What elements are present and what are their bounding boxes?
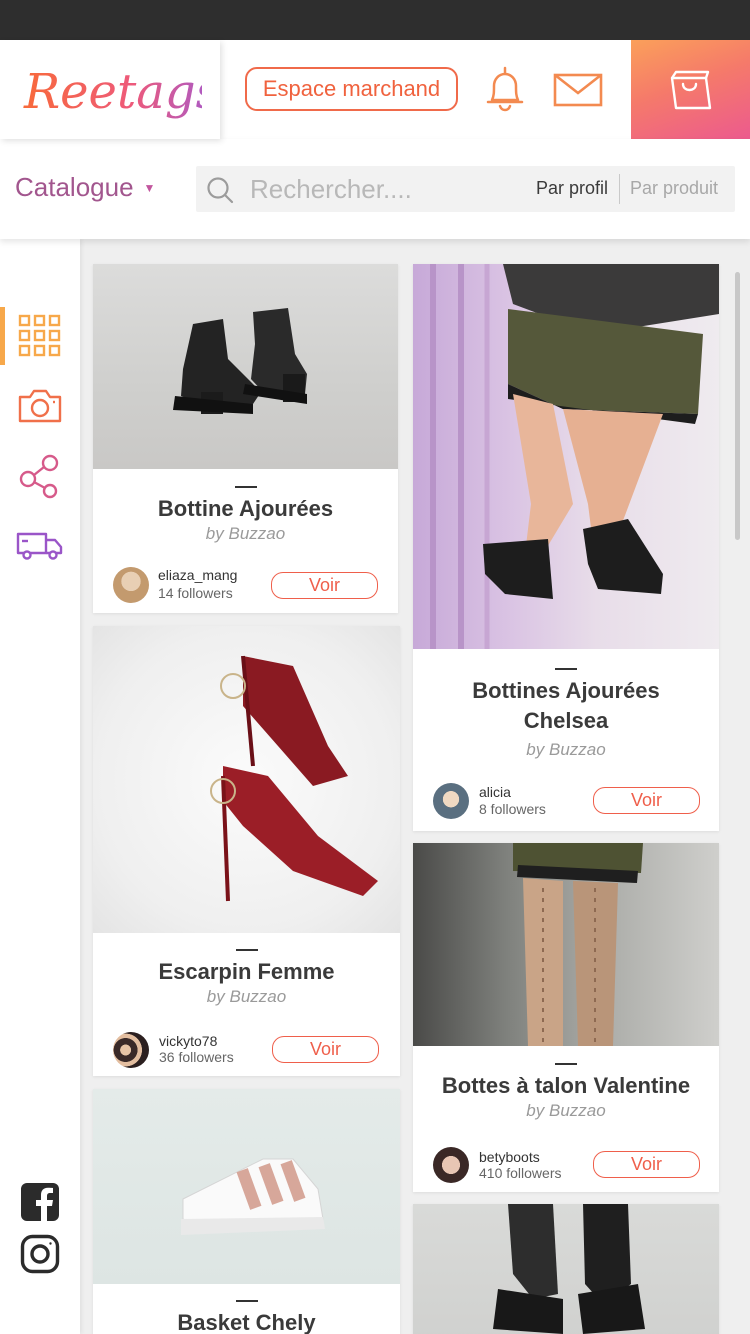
product-image[interactable] bbox=[413, 264, 719, 649]
sidebar-item-camera[interactable] bbox=[0, 377, 80, 435]
title-dash bbox=[555, 668, 577, 670]
sidebar bbox=[0, 239, 80, 1334]
scrollbar[interactable] bbox=[735, 272, 740, 540]
product-card[interactable]: Escarpin Femme by Buzzao vickyto78 36 fo… bbox=[93, 626, 400, 1076]
product-brand: by Buzzao bbox=[526, 1101, 606, 1120]
voir-button[interactable]: Voir bbox=[272, 1036, 379, 1063]
follower-count: 8 followers bbox=[479, 801, 546, 817]
filter-by-profile[interactable]: Par profil bbox=[536, 178, 608, 199]
avatar[interactable] bbox=[433, 1147, 469, 1183]
sidebar-item-delivery[interactable] bbox=[0, 517, 80, 575]
product-card[interactable] bbox=[413, 1204, 719, 1334]
follower-count: 14 followers bbox=[158, 585, 233, 601]
product-brand: by Buzzao bbox=[205, 524, 286, 543]
product-card[interactable]: Bottine Ajourées by Buzzao eliaza_mang 1… bbox=[93, 264, 398, 613]
search-bar-row: Catalogue ▼ Par profil Par produit bbox=[0, 139, 750, 239]
title-dash bbox=[235, 949, 258, 951]
user-name[interactable]: eliaza_mang bbox=[158, 567, 237, 583]
product-image[interactable] bbox=[93, 264, 398, 469]
caret-down-icon: ▼ bbox=[143, 180, 156, 195]
user-name[interactable]: betyboots bbox=[479, 1149, 540, 1165]
product-title: Escarpin Femme bbox=[158, 959, 335, 984]
product-image[interactable] bbox=[93, 1089, 400, 1284]
cart-button[interactable] bbox=[631, 40, 750, 139]
facebook-icon[interactable] bbox=[20, 1182, 60, 1227]
title-dash bbox=[235, 1300, 258, 1302]
product-card[interactable]: Bottes à talon Valentine by Buzzao betyb… bbox=[413, 843, 719, 1192]
bell-icon[interactable] bbox=[482, 66, 528, 119]
mail-icon[interactable] bbox=[553, 73, 603, 112]
truck-icon bbox=[16, 532, 63, 560]
instagram-icon[interactable] bbox=[20, 1234, 60, 1279]
product-feed: Bottine Ajourées by Buzzao eliaza_mang 1… bbox=[80, 239, 750, 1334]
product-brand: by Buzzao bbox=[526, 740, 606, 759]
search-icon bbox=[207, 177, 234, 204]
svg-text:Reetags: Reetags bbox=[23, 64, 202, 120]
camera-icon bbox=[18, 389, 62, 423]
follower-count: 36 followers bbox=[159, 1049, 234, 1065]
title-dash bbox=[555, 1063, 577, 1065]
product-title: Bottes à talon Valentine bbox=[441, 1073, 691, 1098]
product-image[interactable] bbox=[93, 626, 400, 933]
product-image[interactable] bbox=[413, 843, 719, 1046]
search-box: Par profil Par produit bbox=[196, 166, 735, 212]
product-title: Bottines Ajourées Chelsea bbox=[472, 678, 660, 733]
product-title: Basket Chely bbox=[177, 1310, 316, 1334]
search-input[interactable] bbox=[250, 170, 520, 208]
product-title: Bottine Ajourées bbox=[157, 496, 334, 521]
avatar[interactable] bbox=[113, 567, 149, 603]
avatar[interactable] bbox=[433, 783, 469, 819]
filter-by-product[interactable]: Par produit bbox=[630, 178, 718, 199]
product-card[interactable]: Bottines Ajourées Chelsea by Buzzao alic… bbox=[413, 264, 719, 831]
status-bar bbox=[0, 0, 750, 40]
shopping-bag-icon bbox=[670, 70, 711, 109]
product-image[interactable] bbox=[413, 1204, 719, 1334]
catalogue-label: Catalogue bbox=[15, 172, 134, 202]
voir-button[interactable]: Voir bbox=[593, 1151, 700, 1178]
user-name[interactable]: alicia bbox=[479, 784, 511, 800]
merchant-space-button[interactable]: Espace marchand bbox=[245, 67, 458, 111]
voir-button[interactable]: Voir bbox=[271, 572, 378, 599]
sidebar-item-share[interactable] bbox=[0, 447, 80, 505]
avatar[interactable] bbox=[113, 1032, 149, 1068]
user-name[interactable]: vickyto78 bbox=[159, 1033, 217, 1049]
catalogue-dropdown[interactable]: Catalogue ▼ bbox=[15, 172, 155, 203]
logo[interactable]: Reetags bbox=[0, 40, 220, 139]
follower-count: 410 followers bbox=[479, 1165, 562, 1181]
sidebar-item-grid[interactable] bbox=[0, 307, 80, 365]
product-card[interactable]: Basket Chely bbox=[93, 1089, 400, 1334]
voir-button[interactable]: Voir bbox=[593, 787, 700, 814]
app-header: Reetags Espace marchand bbox=[0, 40, 750, 139]
product-brand: by Buzzao bbox=[206, 987, 287, 1006]
grid-icon bbox=[18, 314, 61, 357]
title-dash bbox=[234, 486, 257, 488]
filter-divider bbox=[619, 174, 620, 204]
share-icon bbox=[19, 454, 59, 499]
